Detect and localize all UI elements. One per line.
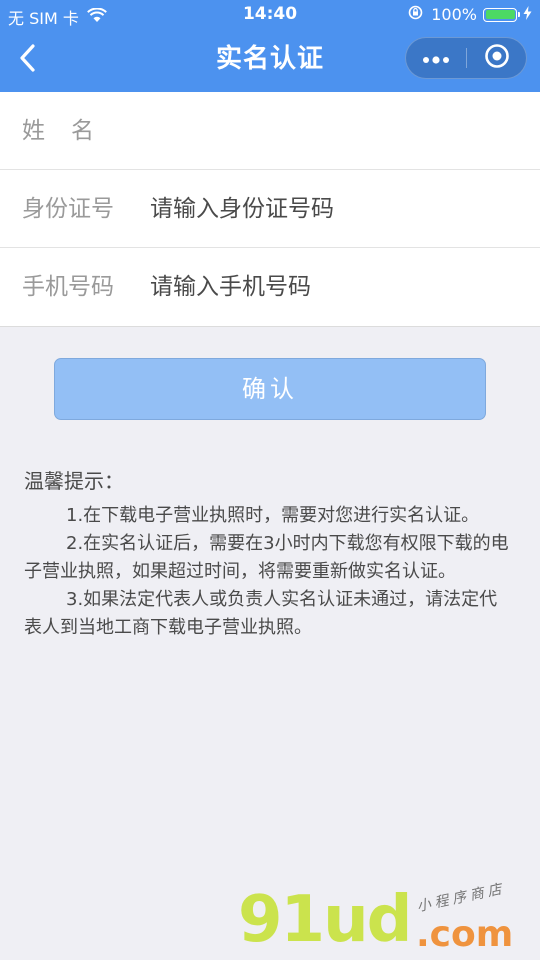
battery-percent: 100% [431,5,477,24]
status-bar: 无 SIM 卡 14:40 100% [0,0,540,30]
tips-title: 温馨提示： [24,469,124,493]
watermark-logo: 91ud [238,883,412,957]
phone-row: 手机号码 [0,248,540,327]
id-number-label: 身份证号 [22,196,114,222]
tip-item: 2.在实名认证后，需要在3小时内下载您有权限下载的电子营业执照，如果超过时间，将… [24,533,509,582]
verification-form: 姓名 身份证号 手机号码 [0,92,540,327]
tip-item: 3.如果法定代表人或负责人实名认证未通过，请法定代表人到当地工商下载电子营业执照… [24,589,498,638]
tips-section: 温馨提示： 1.在下载电子营业执照时，需要对您进行实名认证。 2.在实名认证后，… [24,466,514,642]
id-number-row: 身份证号 [0,170,540,248]
id-number-input[interactable] [150,170,520,248]
name-input[interactable] [150,92,520,170]
close-button[interactable] [467,38,527,78]
confirm-button[interactable]: 确认 [54,358,486,420]
watermark-domain: .com [416,914,514,955]
close-target-icon [484,43,510,73]
tip-item: 1.在下载电子营业执照时，需要对您进行实名认证。 [66,505,480,526]
battery-icon [483,7,520,22]
orientation-lock-icon [408,5,423,24]
phone-label: 手机号码 [22,274,114,300]
name-label: 姓名 [22,118,120,144]
watermark-subtitle: 小程序商店 [415,880,507,916]
mini-program-capsule [405,37,527,79]
header: 无 SIM 卡 14:40 100% 实名认证 [0,0,540,92]
name-row: 姓名 [0,92,540,170]
charging-icon [523,5,532,24]
phone-input[interactable] [150,248,520,326]
more-button[interactable] [406,38,466,78]
status-right: 100% [408,5,532,24]
more-dots-icon [422,49,450,68]
watermark: 91ud 小程序商店 .com [238,881,538,960]
